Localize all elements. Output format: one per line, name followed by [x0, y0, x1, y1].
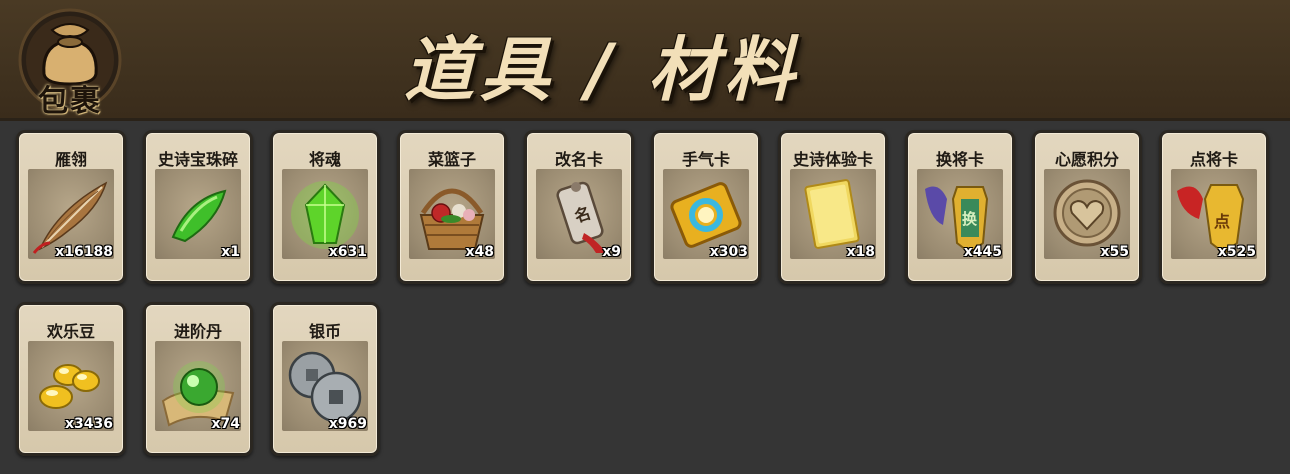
- page-title: 道具 / 材料: [404, 29, 801, 111]
- item-name: 欢乐豆: [46, 322, 95, 341]
- item-card-epic-orb-shard[interactable]: 史诗宝珠碎 x1: [143, 130, 253, 284]
- item-count: x969: [328, 416, 367, 432]
- item-card-general-soul[interactable]: 将魂 x631: [270, 130, 380, 284]
- item-card-yanling[interactable]: 雁翎 x16188: [16, 130, 126, 284]
- item-count: x74: [211, 416, 240, 432]
- item-count: x9: [602, 244, 621, 260]
- item-name: 将魂: [308, 150, 341, 169]
- item-name: 改名卡: [554, 150, 603, 169]
- item-card-silver-coin[interactable]: 银币 x969: [270, 302, 380, 456]
- item-name: 心愿积分: [1054, 150, 1119, 169]
- item-count: x16188: [55, 244, 113, 260]
- item-count: x631: [328, 244, 367, 260]
- item-count: x1: [221, 244, 240, 260]
- item-card-pick-general-card[interactable]: 点将卡 点 x525: [1159, 130, 1269, 284]
- svg-text:点: 点: [1214, 212, 1230, 231]
- item-count: x525: [1217, 244, 1256, 260]
- item-name: 银币: [308, 322, 341, 341]
- item-card-luck-card[interactable]: 手气卡 x303: [651, 130, 761, 284]
- item-name: 雁翎: [54, 150, 87, 169]
- bag-label: 包裹: [38, 84, 102, 119]
- header-bar: 包裹 道具 / 材料: [0, 0, 1290, 121]
- item-name: 菜篮子: [427, 150, 476, 169]
- item-name: 史诗宝珠碎: [157, 150, 238, 169]
- item-name: 手气卡: [681, 150, 730, 169]
- item-card-epic-trial-card[interactable]: 史诗体验卡 x18: [778, 130, 888, 284]
- item-count: x55: [1100, 244, 1129, 260]
- item-card-advance-pill[interactable]: 进阶丹 x74: [143, 302, 253, 456]
- item-card-rename-card[interactable]: 改名卡 名 x9: [524, 130, 634, 284]
- item-count: x445: [963, 244, 1002, 260]
- item-card-swap-general-card[interactable]: 换将卡 换 x445: [905, 130, 1015, 284]
- item-name: 换将卡: [935, 150, 984, 169]
- item-count: x303: [709, 244, 748, 260]
- svg-text:换: 换: [962, 210, 978, 228]
- item-card-vegetable-basket[interactable]: 菜篮子 x48: [397, 130, 507, 284]
- item-card-happy-beans[interactable]: 欢乐豆 x3436: [16, 302, 126, 456]
- item-count: x18: [846, 244, 875, 260]
- item-count: x48: [465, 244, 494, 260]
- item-card-wish-points[interactable]: 心愿积分 x55: [1032, 130, 1142, 284]
- item-name: 点将卡: [1189, 150, 1238, 169]
- item-count: x3436: [65, 416, 113, 432]
- item-name: 史诗体验卡: [792, 150, 873, 169]
- item-name: 进阶丹: [173, 322, 222, 341]
